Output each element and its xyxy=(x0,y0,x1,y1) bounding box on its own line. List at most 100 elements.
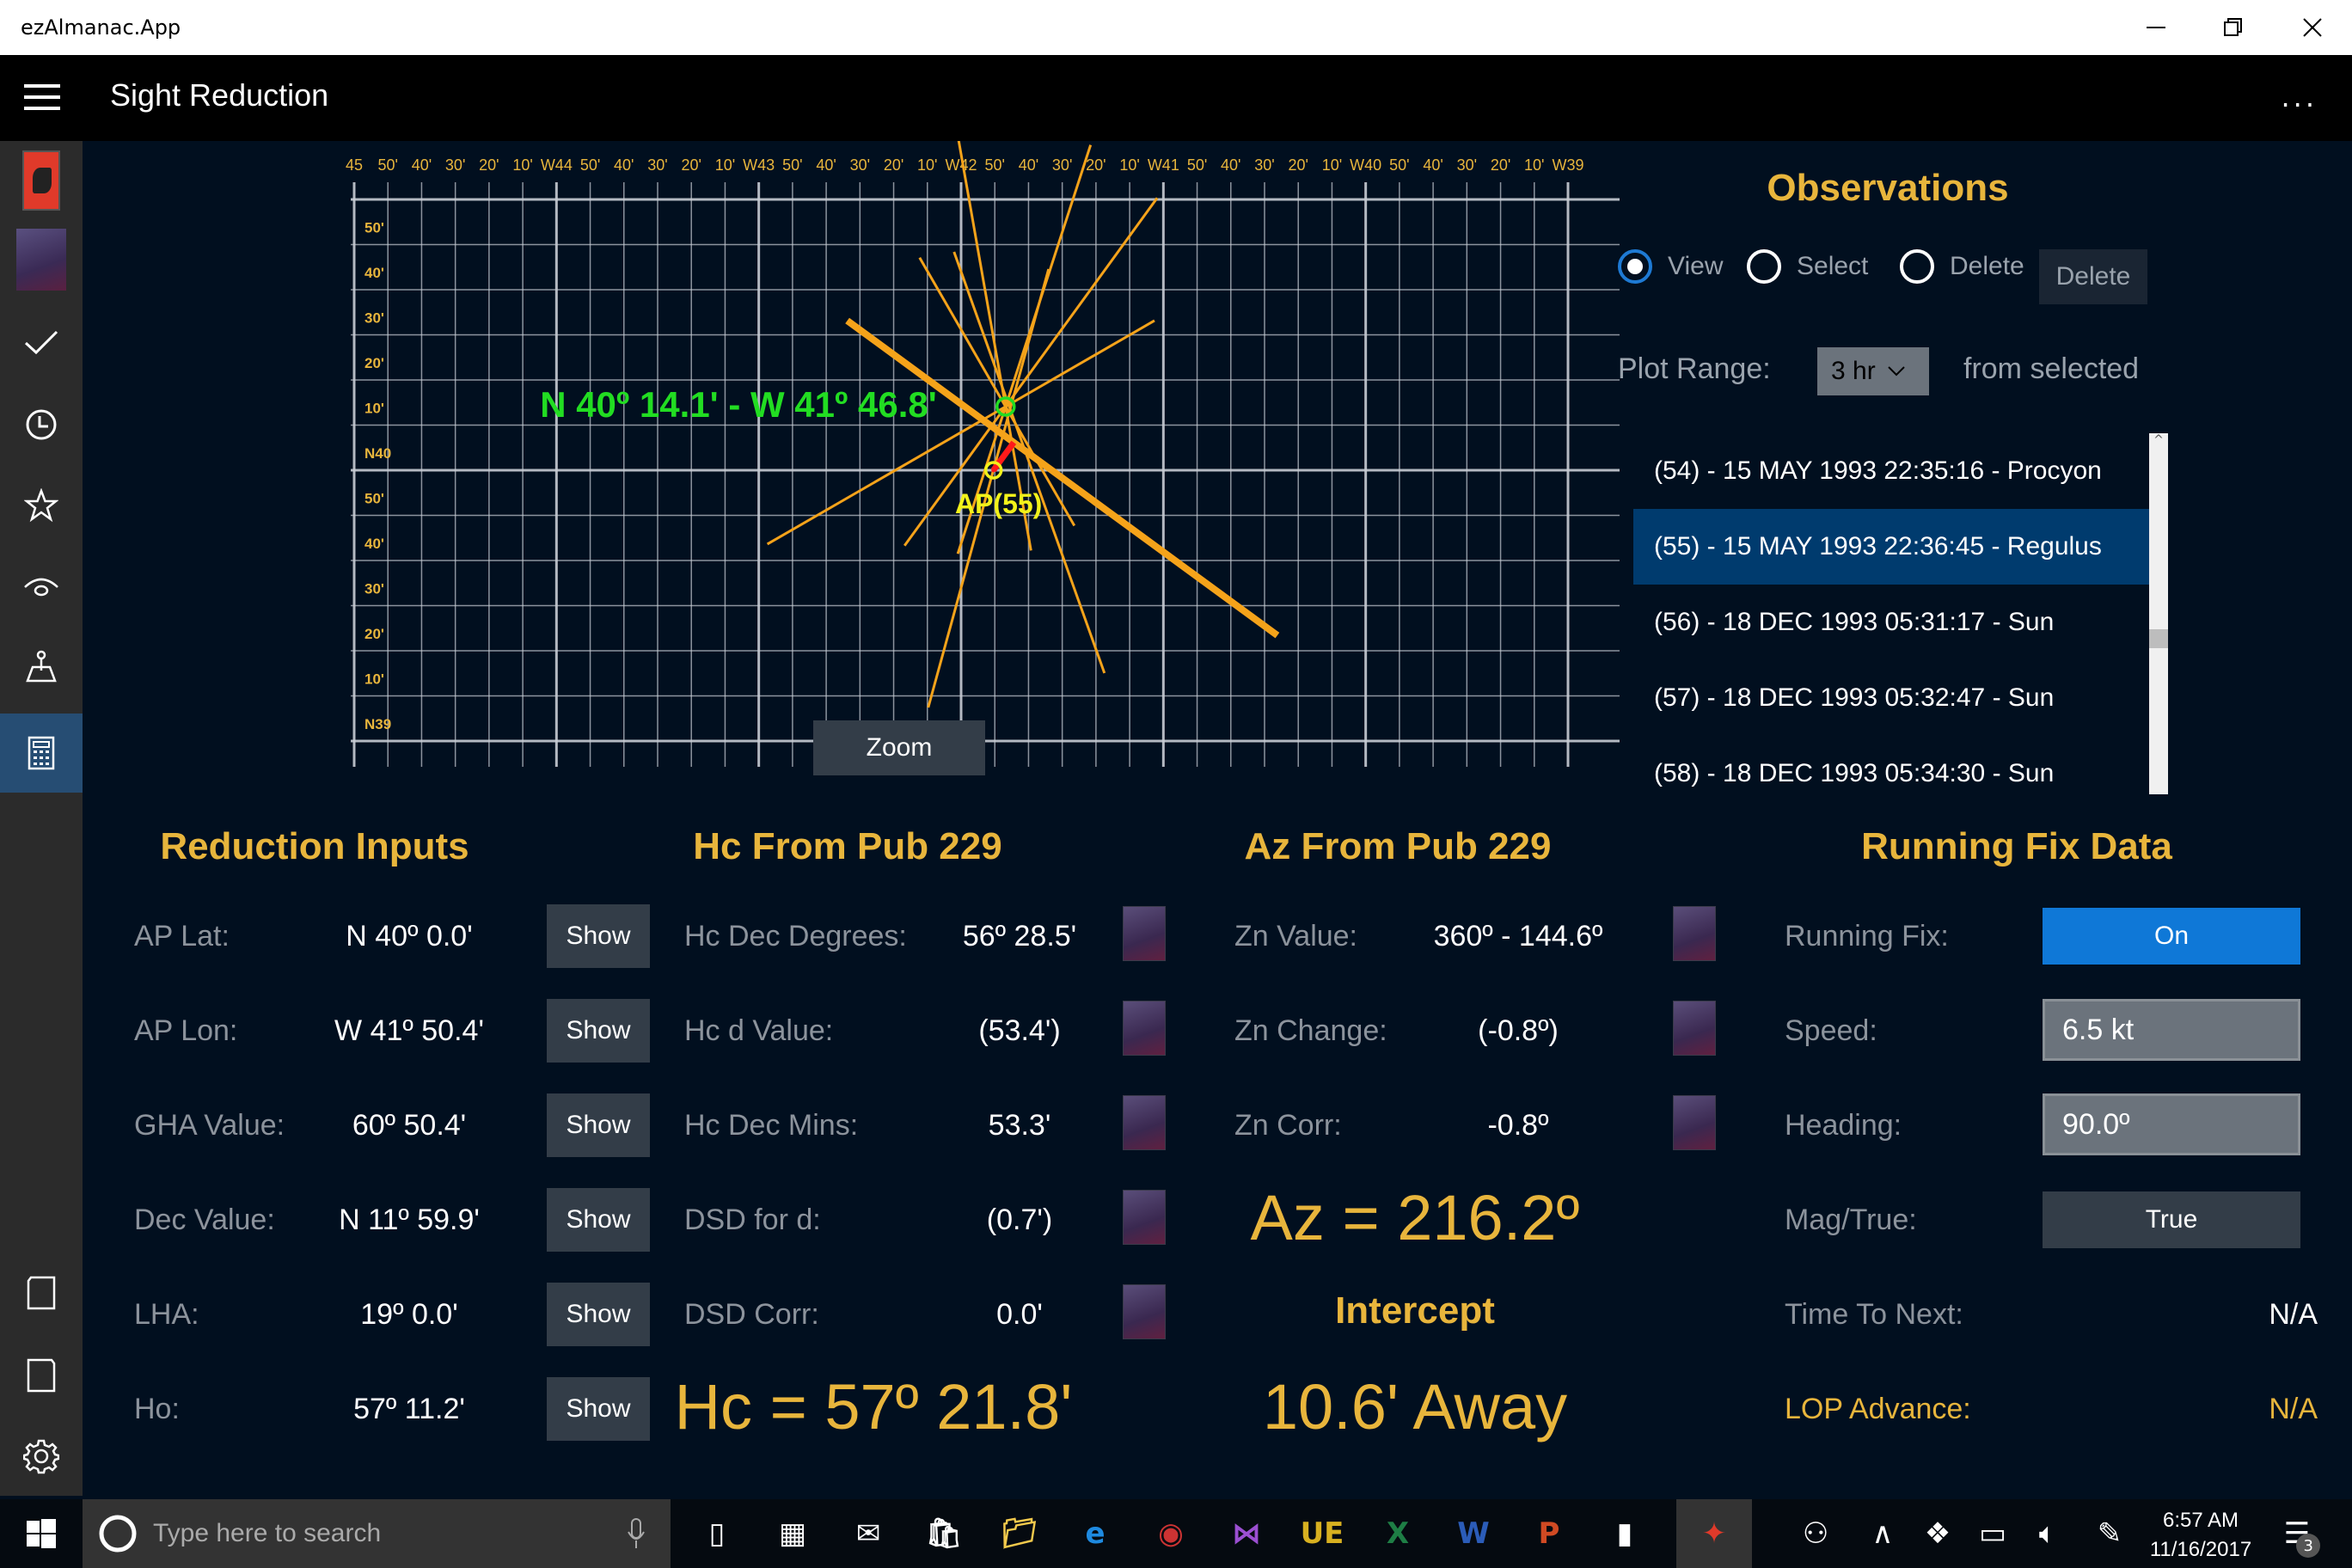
pub229-book-icon[interactable] xyxy=(1123,1001,1166,1056)
input-value: W 41º 50.4' xyxy=(334,1014,484,1047)
pub229-book-icon[interactable] xyxy=(1673,1095,1716,1150)
pub229-book-icon[interactable] xyxy=(1123,906,1166,961)
pub229-book-icon[interactable] xyxy=(1673,906,1716,961)
restore-button[interactable] xyxy=(2194,0,2273,55)
clock[interactable]: 6:57 AM 11/16/2017 xyxy=(2141,1506,2261,1565)
pub229-book-icon[interactable] xyxy=(1123,1095,1166,1150)
magtrue-toggle[interactable]: True xyxy=(2043,1191,2300,1248)
nav-nautical-almanac[interactable] xyxy=(0,141,83,220)
observation-item-selected[interactable]: (55) - 15 MAY 1993 22:36:45 - Regulus xyxy=(1633,509,2149,585)
show-button[interactable]: Show xyxy=(547,999,650,1063)
calculator-icon[interactable]: ▦ xyxy=(769,1510,817,1558)
speed-input[interactable] xyxy=(2043,999,2300,1061)
x-tick-label: 20' xyxy=(681,156,701,174)
nav-page-2[interactable] xyxy=(0,1336,83,1415)
plotting-chart[interactable]: 45 50' 40' 30' 20' 10' W44 50' 40' 30' 20' 10' W43 50… xyxy=(254,141,1630,777)
show-button[interactable]: Show xyxy=(547,1377,650,1441)
observation-item[interactable]: (58) - 18 DEC 1993 05:34:30 - Sun xyxy=(1633,736,2149,812)
hc-result: Hc = 57º 21.8' xyxy=(674,1371,1073,1442)
media-icon[interactable]: ◉ xyxy=(1147,1510,1195,1558)
people-icon[interactable]: ⚇ xyxy=(1792,1510,1840,1558)
x-tick-label: 50' xyxy=(1187,156,1207,174)
radio-delete[interactable]: Delete xyxy=(1900,249,2024,284)
edge-icon[interactable]: e xyxy=(1071,1510,1119,1558)
delete-button[interactable]: Delete xyxy=(2039,249,2147,304)
observation-item[interactable]: (54) - 15 MAY 1993 22:35:16 - Procyon xyxy=(1633,433,2149,509)
pub229-book-icon[interactable] xyxy=(1123,1284,1166,1339)
x-tick-label: 30' xyxy=(1052,156,1072,174)
nav-stars[interactable] xyxy=(0,466,83,545)
more-options-icon[interactable]: ... xyxy=(2281,81,2318,113)
nav-clock[interactable] xyxy=(0,385,83,464)
observation-item[interactable]: (57) - 18 DEC 1993 05:32:47 - Sun xyxy=(1633,660,2149,736)
radio-select-label: Select xyxy=(1797,252,1869,280)
chevron-up-icon[interactable]: ∧ xyxy=(1859,1510,1907,1558)
input-value: N 40º 0.0' xyxy=(346,920,473,952)
x-tick-label: 40' xyxy=(614,156,634,174)
show-button[interactable]: Show xyxy=(547,1283,650,1346)
ap-label: AP(55) xyxy=(955,488,1042,519)
cortana-icon xyxy=(99,1515,137,1553)
zoom-button[interactable]: Zoom xyxy=(813,720,985,775)
nav-pub229[interactable] xyxy=(0,220,83,299)
start-button[interactable] xyxy=(17,1510,65,1558)
x-tick-label: 10' xyxy=(1524,156,1544,174)
microphone-icon[interactable] xyxy=(628,1518,645,1549)
visual-studio-icon[interactable]: ⋈ xyxy=(1222,1510,1271,1558)
nav-position[interactable] xyxy=(0,628,83,707)
show-button[interactable]: Show xyxy=(547,1188,650,1252)
plot-range-dropdown[interactable]: 3 hr xyxy=(1817,347,1929,395)
word-icon[interactable]: W xyxy=(1449,1510,1498,1558)
y-tick-label: 10' xyxy=(364,401,384,417)
x-tick-label: 40' xyxy=(1423,156,1442,174)
file-explorer-icon[interactable]: 📁︎ xyxy=(995,1510,1044,1558)
x-tick-label: 50' xyxy=(984,156,1004,174)
observation-item[interactable]: (56) - 18 DEC 1993 05:31:17 - Sun xyxy=(1633,585,2149,660)
radio-select[interactable]: Select xyxy=(1747,249,1868,284)
show-button[interactable]: Show xyxy=(547,1093,650,1157)
radio-icon[interactable]: ▮ xyxy=(1601,1510,1649,1558)
nav-settings[interactable] xyxy=(0,1417,83,1496)
mail-icon[interactable]: ✉ xyxy=(844,1510,892,1558)
calculator-icon xyxy=(28,736,55,770)
powerpoint-icon[interactable]: P xyxy=(1525,1510,1573,1558)
task-view-icon[interactable]: ▯ xyxy=(693,1510,741,1558)
close-button[interactable] xyxy=(2273,0,2352,55)
scroll-up-icon[interactable]: ^ xyxy=(2149,433,2168,450)
list-scrollbar[interactable]: ^ xyxy=(2149,433,2168,794)
hc-label: DSD Corr: xyxy=(684,1298,819,1331)
restore-icon xyxy=(2224,18,2242,36)
heading-input[interactable] xyxy=(2043,1093,2300,1155)
minimize-button[interactable] xyxy=(2116,0,2196,55)
excel-icon[interactable]: X xyxy=(1374,1510,1422,1558)
hamburger-menu-icon[interactable] xyxy=(24,84,60,112)
nav-sight-reduction[interactable] xyxy=(0,714,83,793)
hc-label: Hc d Value: xyxy=(684,1014,834,1047)
fix-position-label: N 40º 14.1' - W 41º 46.8' xyxy=(540,384,937,425)
radio-view-label: View xyxy=(1668,252,1724,280)
ultraedit-icon[interactable]: UE xyxy=(1298,1510,1346,1558)
scrollbar-thumb[interactable] xyxy=(2149,629,2168,648)
ezalmanac-icon[interactable]: ✦ xyxy=(1676,1499,1752,1568)
close-icon xyxy=(2303,18,2322,37)
x-tick-label: 30' xyxy=(445,156,465,174)
dropbox-icon[interactable]: ❖ xyxy=(1914,1510,1962,1558)
store-icon[interactable]: 🛍︎ xyxy=(920,1510,968,1558)
nav-page-1[interactable] xyxy=(0,1253,83,1332)
show-button[interactable]: Show xyxy=(547,904,650,968)
nav-checkmark[interactable] xyxy=(0,303,83,382)
pen-icon[interactable]: ✎ xyxy=(2086,1510,2134,1558)
radio-view[interactable]: View xyxy=(1618,249,1723,284)
input-label: Dec Value: xyxy=(134,1204,275,1236)
volume-icon[interactable]: 🔈︎ xyxy=(2024,1510,2072,1558)
battery-icon[interactable]: ▭ xyxy=(1969,1510,2017,1558)
action-center-icon[interactable]: ☰ 3 xyxy=(2273,1510,2321,1558)
pub229-book-icon[interactable] xyxy=(1673,1001,1716,1056)
x-tick-label: 40' xyxy=(816,156,836,174)
running-fix-toggle[interactable]: On xyxy=(2043,908,2300,965)
y-tick-label: 40' xyxy=(364,536,384,552)
hc-label: DSD for d: xyxy=(684,1204,821,1236)
nav-observe[interactable] xyxy=(0,547,83,626)
search-box[interactable]: Type here to search xyxy=(83,1499,671,1568)
pub229-book-icon[interactable] xyxy=(1123,1190,1166,1245)
